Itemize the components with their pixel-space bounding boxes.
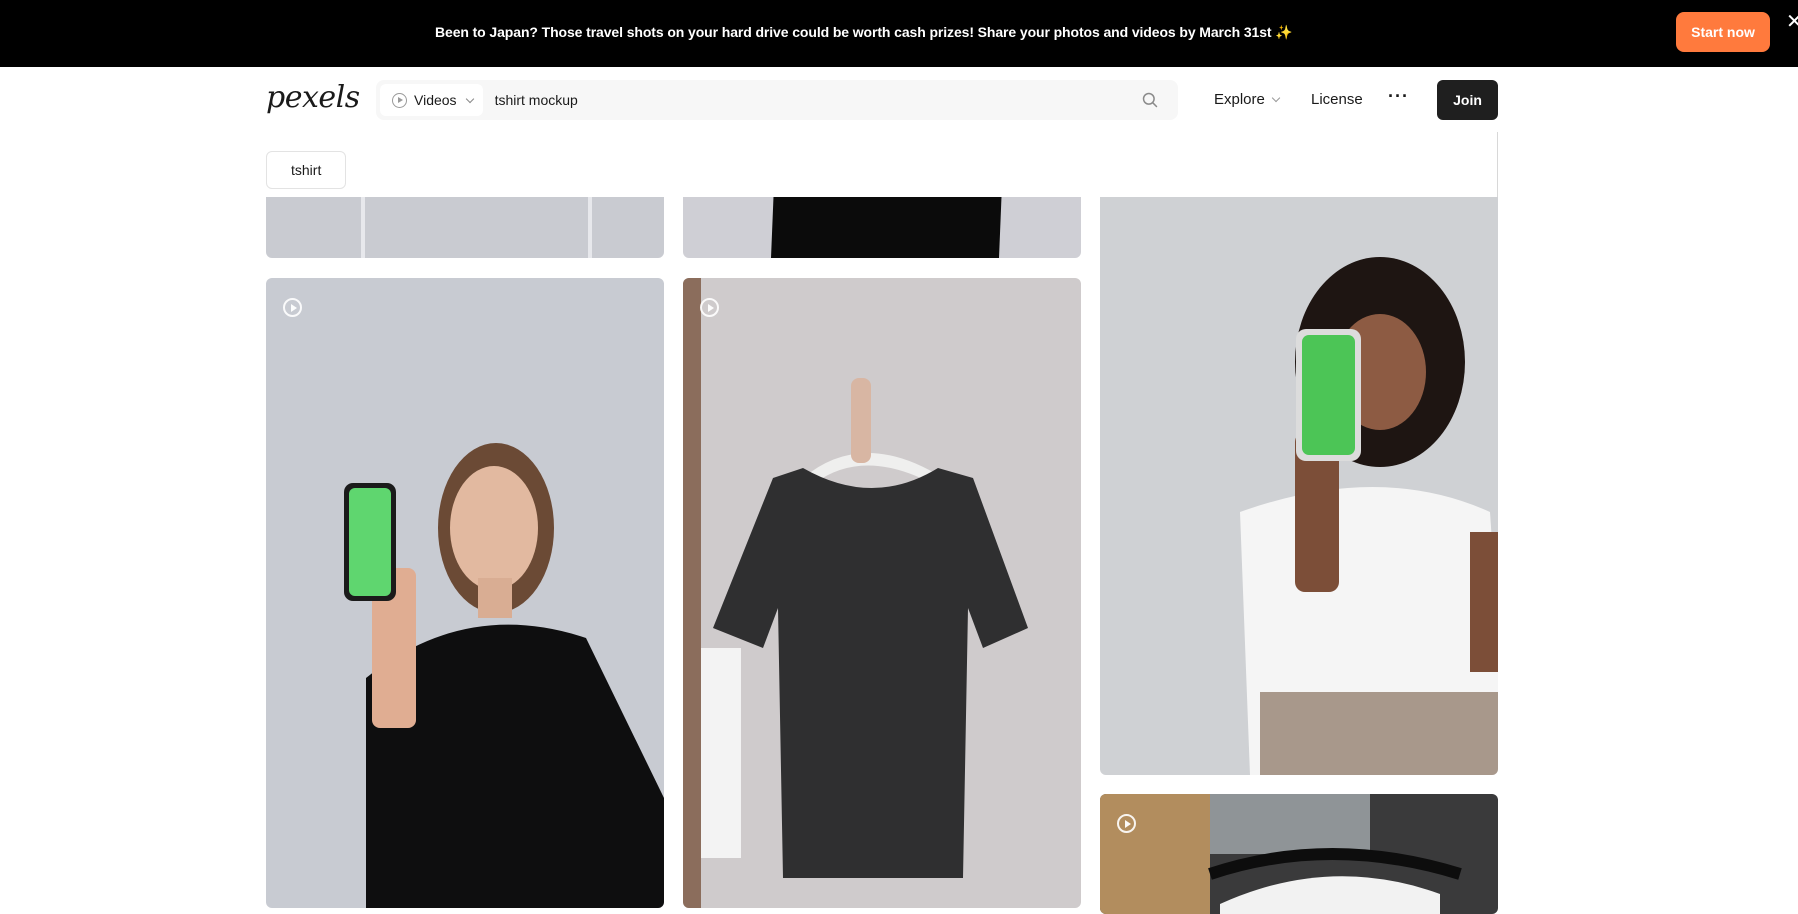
nav-license[interactable]: License	[1311, 91, 1363, 108]
explore-label: Explore	[1214, 91, 1265, 108]
search-input[interactable]	[494, 92, 1130, 108]
video-thumbnail[interactable]	[1100, 794, 1498, 914]
chevron-down-icon	[1271, 93, 1281, 103]
play-circle-icon	[1117, 814, 1136, 833]
video-thumbnail[interactable]	[266, 278, 664, 908]
ellipsis-icon[interactable]: ···	[1388, 86, 1409, 107]
play-circle-icon	[283, 298, 302, 317]
promo-banner: Been to Japan? Those travel shots on you…	[0, 0, 1798, 67]
video-thumbnail[interactable]	[683, 278, 1081, 908]
suggestion-chip[interactable]: tshirt	[266, 151, 347, 189]
close-icon[interactable]: ✕	[1786, 12, 1798, 32]
pexels-logo[interactable]: pexels	[266, 80, 360, 115]
media-type-label: Videos	[414, 92, 457, 108]
search-icon[interactable]	[1130, 80, 1170, 120]
join-button[interactable]: Join	[1437, 80, 1498, 120]
media-type-dropdown[interactable]: Videos	[380, 84, 483, 116]
video-thumbnail[interactable]	[1100, 132, 1498, 775]
start-now-button[interactable]: Start now	[1676, 12, 1770, 52]
play-circle-icon	[700, 298, 719, 317]
search-bar: Videos	[376, 80, 1178, 120]
nav-explore[interactable]: Explore	[1214, 91, 1281, 108]
search-suggestions: tshirt	[266, 132, 1498, 197]
chevron-down-icon	[465, 94, 474, 103]
play-circle-icon	[392, 92, 407, 108]
banner-message: Been to Japan? Those travel shots on you…	[435, 24, 1293, 40]
